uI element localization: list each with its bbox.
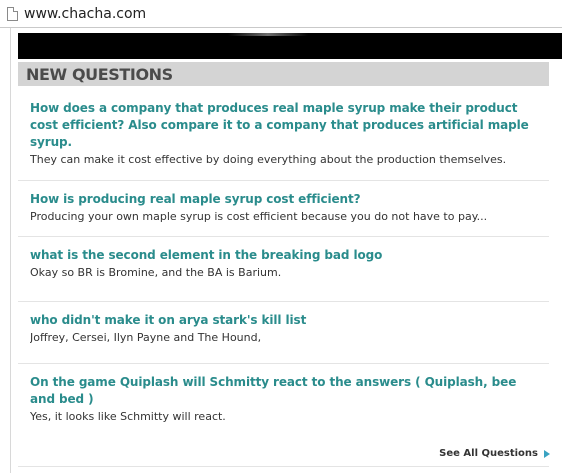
see-all-questions-link[interactable]: See All Questions bbox=[439, 448, 550, 459]
page-icon bbox=[7, 6, 18, 21]
question-answer: Okay so BR is Bromine, and the BA is Bar… bbox=[30, 266, 282, 279]
bottom-divider bbox=[18, 466, 549, 467]
question-item: who didn't make it on arya stark's kill … bbox=[18, 302, 549, 364]
question-answer: Yes, it looks like Schmitty will react. bbox=[30, 410, 226, 423]
question-list: How does a company that produces real ma… bbox=[18, 90, 549, 436]
question-answer: Producing your own maple syrup is cost e… bbox=[30, 210, 488, 223]
question-link[interactable]: what is the second element in the breaki… bbox=[30, 247, 539, 264]
question-link[interactable]: How does a company that produces real ma… bbox=[30, 100, 539, 151]
url-text[interactable]: www.chacha.com bbox=[24, 6, 146, 22]
question-link[interactable]: How is producing real maple syrup cost e… bbox=[30, 191, 539, 208]
banner-image bbox=[18, 33, 562, 59]
question-item: what is the second element in the breaki… bbox=[18, 237, 549, 302]
question-item: How does a company that produces real ma… bbox=[18, 90, 549, 181]
question-link[interactable]: who didn't make it on arya stark's kill … bbox=[30, 312, 539, 329]
question-link[interactable]: On the game Quiplash will Schmitty react… bbox=[30, 374, 539, 408]
question-item: On the game Quiplash will Schmitty react… bbox=[18, 364, 549, 436]
question-answer: They can make it cost effective by doing… bbox=[30, 153, 507, 166]
section-title: NEW QUESTIONS bbox=[26, 64, 173, 84]
banner-highlight bbox=[228, 33, 308, 36]
arrow-right-icon bbox=[544, 449, 550, 458]
question-item: How is producing real maple syrup cost e… bbox=[18, 181, 549, 237]
see-all-label[interactable]: See All Questions bbox=[439, 448, 538, 459]
address-bar[interactable]: www.chacha.com bbox=[0, 0, 562, 28]
section-header: NEW QUESTIONS bbox=[18, 62, 549, 86]
left-divider bbox=[10, 28, 11, 473]
question-answer: Joffrey, Cersei, Ilyn Payne and The Houn… bbox=[30, 331, 262, 344]
